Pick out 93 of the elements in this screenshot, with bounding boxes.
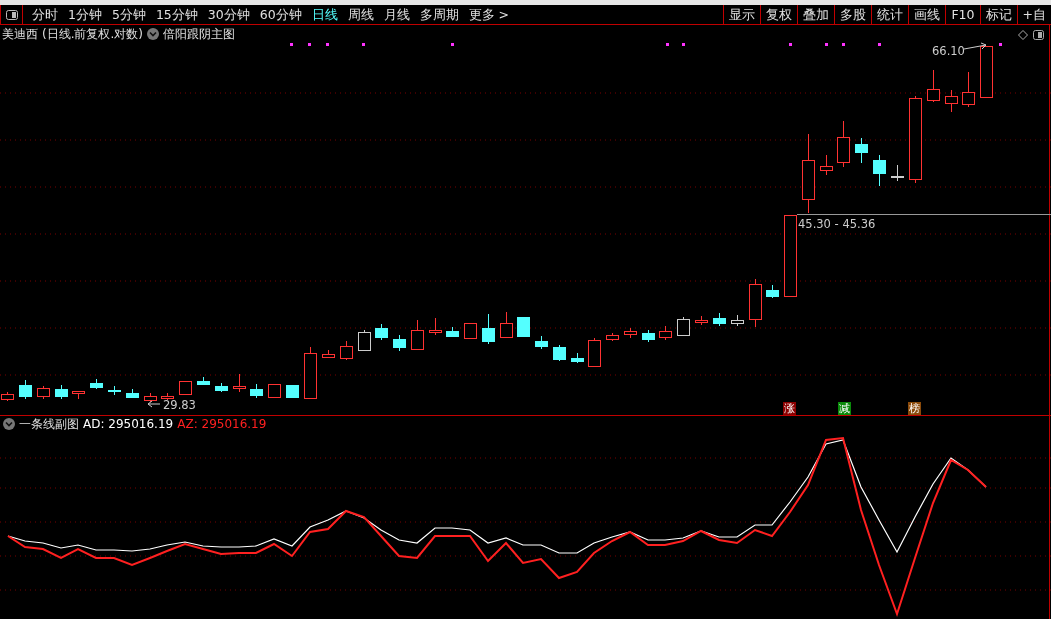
period-tab[interactable]: 1分钟 [63, 4, 107, 25]
toolbar-button[interactable]: F10 [945, 4, 980, 25]
candlestick [482, 313, 495, 345]
candlestick [375, 323, 388, 341]
candlestick [37, 385, 50, 400]
candlestick [535, 335, 548, 350]
candlestick [588, 337, 601, 367]
period-tab[interactable]: 15分钟 [150, 4, 203, 25]
candlestick [571, 352, 584, 364]
candlestick [197, 376, 210, 386]
candlestick [286, 384, 299, 398]
candlestick [873, 154, 886, 187]
period-tab[interactable]: 月线 [378, 4, 415, 25]
indicator-name: 一条线副图 [19, 417, 79, 431]
diamond-icon[interactable] [1018, 30, 1028, 40]
candlestick [322, 349, 335, 359]
candlestick [19, 379, 32, 400]
dropdown-icon[interactable] [147, 28, 159, 40]
signal-badge: 减 [838, 402, 851, 415]
panel-icon[interactable] [1033, 30, 1044, 40]
candlestick [749, 278, 762, 328]
candlestick [962, 71, 975, 108]
period-tab[interactable]: 多周期 [414, 4, 464, 25]
candlestick [695, 315, 708, 326]
toolbar-button[interactable]: 多股 [834, 4, 872, 25]
candlestick [144, 392, 157, 403]
candlestick [304, 346, 317, 399]
candlestick [215, 382, 228, 393]
period-tab[interactable]: 更多 > [463, 4, 515, 25]
candlestick [233, 373, 246, 393]
stock-name: 美迪西 [2, 27, 38, 41]
candlestick [1, 391, 14, 402]
candlestick [766, 284, 779, 299]
candlestick [927, 69, 940, 103]
candlestick [411, 319, 424, 351]
candlestick [340, 340, 353, 361]
price-range-label: 45.30 - 45.36 [798, 217, 876, 231]
candlestick [72, 390, 85, 400]
candlestick [606, 332, 619, 342]
candlestick [642, 329, 655, 343]
toolbar-button[interactable]: 标记 [979, 4, 1017, 25]
candlestick [624, 327, 637, 339]
panel-toggle-button[interactable] [0, 4, 23, 25]
toolbar-button[interactable]: 叠加 [797, 4, 835, 25]
candlestick [855, 137, 868, 164]
arrow-icon [963, 42, 987, 50]
candlestick [55, 384, 68, 400]
candlestick [179, 380, 192, 395]
signal-badge: 榜 [908, 402, 921, 415]
period-tab[interactable]: 日线 [306, 4, 343, 25]
price-label: 66.10 [932, 44, 965, 58]
candlestick [268, 383, 281, 398]
panel-icon [5, 9, 18, 20]
price-label: 29.83 [163, 398, 196, 412]
toolbar-button[interactable]: 画线 [908, 4, 946, 25]
toolbar-button[interactable]: 统计 [871, 4, 909, 25]
chart-mode: (日线.前复权.对数) [42, 27, 143, 41]
candlestick [980, 45, 993, 98]
candlestick [161, 392, 174, 401]
toolbar-button[interactable]: 复权 [760, 4, 798, 25]
toolbar-button[interactable]: 显示 [723, 4, 761, 25]
candlestick [250, 383, 263, 399]
signal-badge: 涨 [783, 402, 796, 415]
candlestick [108, 385, 121, 396]
candlestick [837, 120, 850, 168]
ad-value: AD: 295016.19 [83, 417, 174, 431]
candlestick [891, 164, 904, 182]
period-tab[interactable]: 分时 [27, 4, 63, 25]
candlestick [429, 317, 442, 336]
toolbar-button[interactable]: +自 [1016, 4, 1051, 25]
candlestick [677, 316, 690, 337]
candlestick [358, 329, 371, 352]
arrow-icon [147, 400, 161, 408]
candlestick [731, 314, 744, 327]
dropdown-icon[interactable] [3, 418, 15, 430]
indicator-name: 倍阳跟阴主图 [163, 27, 235, 41]
candlestick [553, 344, 566, 362]
candlestick [446, 326, 459, 338]
candlestick [90, 378, 103, 390]
period-tab[interactable]: 30分钟 [202, 4, 255, 25]
candlestick [713, 312, 726, 327]
candlestick [517, 316, 530, 337]
candlestick [500, 311, 513, 339]
period-tab[interactable]: 5分钟 [106, 4, 151, 25]
candlestick [393, 334, 406, 352]
candlestick [659, 325, 672, 341]
candlestick [945, 89, 958, 113]
candlestick [464, 322, 477, 339]
candlestick [820, 154, 833, 176]
period-tab[interactable]: 60分钟 [254, 4, 307, 25]
period-tab[interactable]: 周线 [342, 4, 379, 25]
az-value: AZ: 295016.19 [177, 417, 267, 431]
candlestick [126, 388, 139, 399]
